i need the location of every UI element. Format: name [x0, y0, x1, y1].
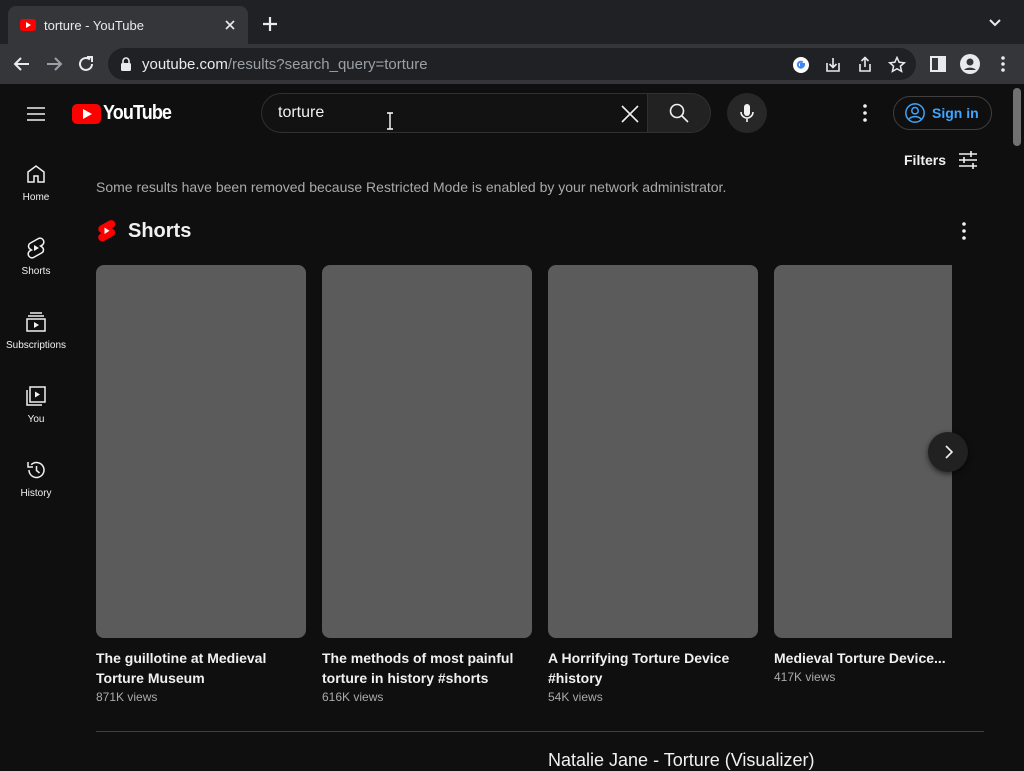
browser-menu-icon[interactable]: [993, 54, 1013, 74]
reload-icon[interactable]: [74, 52, 98, 76]
short-title[interactable]: Medieval Torture Device...: [774, 648, 952, 668]
forward-arrow-icon[interactable]: [42, 52, 66, 76]
short-thumbnail[interactable]: [322, 265, 532, 638]
shelf-more-options-icon[interactable]: [952, 219, 976, 243]
url-text[interactable]: youtube.com/results?search_query=torture: [142, 56, 428, 73]
sidebar-item-history[interactable]: History: [4, 438, 68, 512]
tab-title: torture - YouTube: [44, 17, 144, 33]
bookmark-star-icon[interactable]: [888, 56, 906, 74]
youtube-masthead: YouTube Sign in: [0, 84, 1010, 142]
sidebar-item-label: Home: [22, 192, 50, 203]
search-input[interactable]: [278, 104, 598, 122]
short-view-count: 417K views: [774, 670, 836, 684]
short-title[interactable]: The guillotine at Medieval Torture Museu…: [96, 648, 306, 688]
settings-more-icon[interactable]: [853, 101, 877, 125]
sidebar-item-label: You: [27, 414, 45, 425]
short-title[interactable]: The methods of most painful torture in h…: [322, 648, 532, 688]
short-view-count: 871K views: [96, 690, 158, 704]
browser-tab[interactable]: torture - YouTube: [8, 6, 248, 44]
filters-button[interactable]: Filters: [904, 148, 980, 172]
profile-icon[interactable]: [960, 54, 980, 74]
short-card[interactable]: A Horrifying Torture Device #history 54K…: [548, 265, 758, 704]
search-box[interactable]: [261, 93, 648, 133]
voice-search-button[interactable]: [727, 93, 767, 133]
logo-text: YouTube: [103, 102, 172, 124]
sign-in-button[interactable]: Sign in: [893, 96, 992, 130]
address-bar[interactable]: youtube.com/results?search_query=torture: [108, 48, 916, 80]
sidebar-item-you[interactable]: You: [4, 364, 68, 438]
sidebar-item-subscriptions[interactable]: Subscriptions: [4, 290, 68, 364]
guide-menu-icon[interactable]: [24, 102, 48, 126]
page-scrollbar-track[interactable]: [1010, 84, 1024, 768]
home-icon: [27, 165, 45, 183]
sidebar-item-home[interactable]: Home: [4, 142, 68, 216]
shorts-logo-icon: [98, 220, 116, 242]
microphone-icon: [740, 104, 754, 122]
google-lens-icon[interactable]: [792, 56, 810, 74]
short-card[interactable]: The methods of most painful torture in h…: [322, 265, 532, 704]
new-tab-icon[interactable]: [258, 12, 282, 36]
short-thumbnail[interactable]: [548, 265, 758, 638]
history-icon: [27, 461, 45, 479]
back-arrow-icon[interactable]: [10, 52, 34, 76]
install-app-icon[interactable]: [824, 56, 842, 74]
chevron-right-icon: [945, 445, 954, 459]
shelf-divider: [96, 731, 984, 732]
shorts-icon: [27, 237, 45, 259]
sidebar-item-label: History: [20, 488, 52, 499]
side-panel-icon[interactable]: [928, 54, 948, 74]
short-thumbnail[interactable]: [774, 265, 952, 638]
short-card[interactable]: Medieval Torture Device... 417K views: [774, 265, 952, 684]
you-icon: [26, 386, 46, 406]
subscriptions-icon: [26, 312, 46, 332]
youtube-favicon-icon: [20, 19, 36, 31]
youtube-play-icon: [72, 103, 101, 124]
tab-close-icon[interactable]: [222, 17, 238, 33]
account-circle-icon: [905, 103, 925, 123]
page-scrollbar-thumb[interactable]: [1013, 88, 1021, 146]
sidebar-item-label: Subscriptions: [5, 340, 67, 351]
clear-search-icon[interactable]: [618, 102, 642, 126]
sidebar-item-label: Shorts: [21, 266, 51, 277]
sign-in-label: Sign in: [932, 105, 979, 121]
text-cursor-icon: [385, 112, 395, 130]
shorts-shelf-header: Shorts: [96, 219, 191, 243]
sidebar-item-shorts[interactable]: Shorts: [4, 216, 68, 290]
share-icon[interactable]: [856, 56, 874, 74]
short-card[interactable]: The guillotine at Medieval Torture Museu…: [96, 265, 306, 704]
tab-search-chevron-icon[interactable]: [986, 14, 1004, 32]
browser-tab-bar: torture - YouTube: [0, 0, 1024, 44]
short-view-count: 54K views: [548, 690, 603, 704]
lock-icon[interactable]: [120, 57, 132, 71]
shelf-next-button[interactable]: [928, 432, 968, 472]
filters-label: Filters: [904, 152, 947, 168]
search-icon: [669, 103, 689, 123]
short-thumbnail[interactable]: [96, 265, 306, 638]
short-title[interactable]: A Horrifying Torture Device #history: [548, 648, 758, 688]
shorts-shelf: The guillotine at Medieval Torture Museu…: [96, 265, 952, 715]
shorts-shelf-title: Shorts: [128, 219, 192, 242]
restricted-mode-notice: Some results have been removed because R…: [96, 179, 727, 195]
short-view-count: 616K views: [322, 690, 384, 704]
browser-toolbar: youtube.com/results?search_query=torture: [0, 44, 1024, 84]
filter-sliders-icon: [959, 151, 978, 169]
search-button[interactable]: [647, 93, 711, 133]
youtube-logo[interactable]: YouTube: [72, 102, 179, 125]
